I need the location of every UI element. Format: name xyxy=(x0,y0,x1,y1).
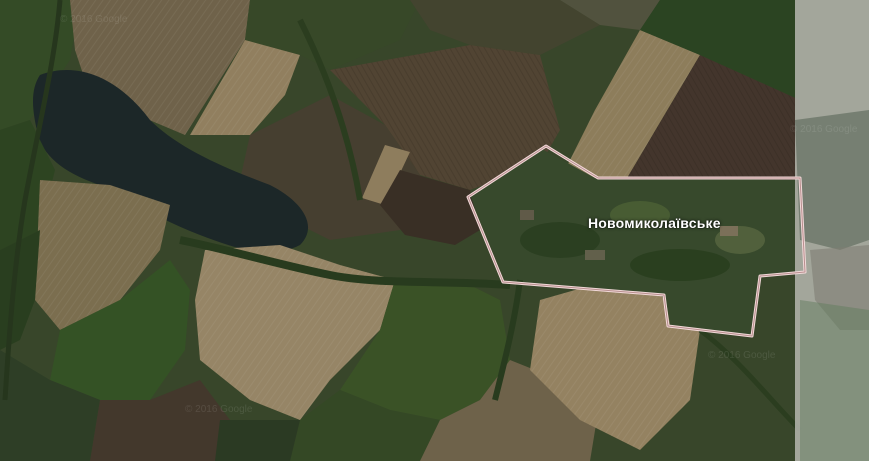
satellite-imagery xyxy=(0,0,869,461)
watermark-text: © 2016 Google xyxy=(185,404,253,415)
satellite-map[interactable]: Новомиколаївське © 2016 Google © 2016 Go… xyxy=(0,0,869,461)
watermark-text: © 2016 Google xyxy=(790,124,858,135)
watermark-text: © 2016 Google xyxy=(60,14,128,25)
place-label: Новомиколаївське xyxy=(588,215,721,231)
watermark-text: © 2016 Google xyxy=(708,350,776,361)
